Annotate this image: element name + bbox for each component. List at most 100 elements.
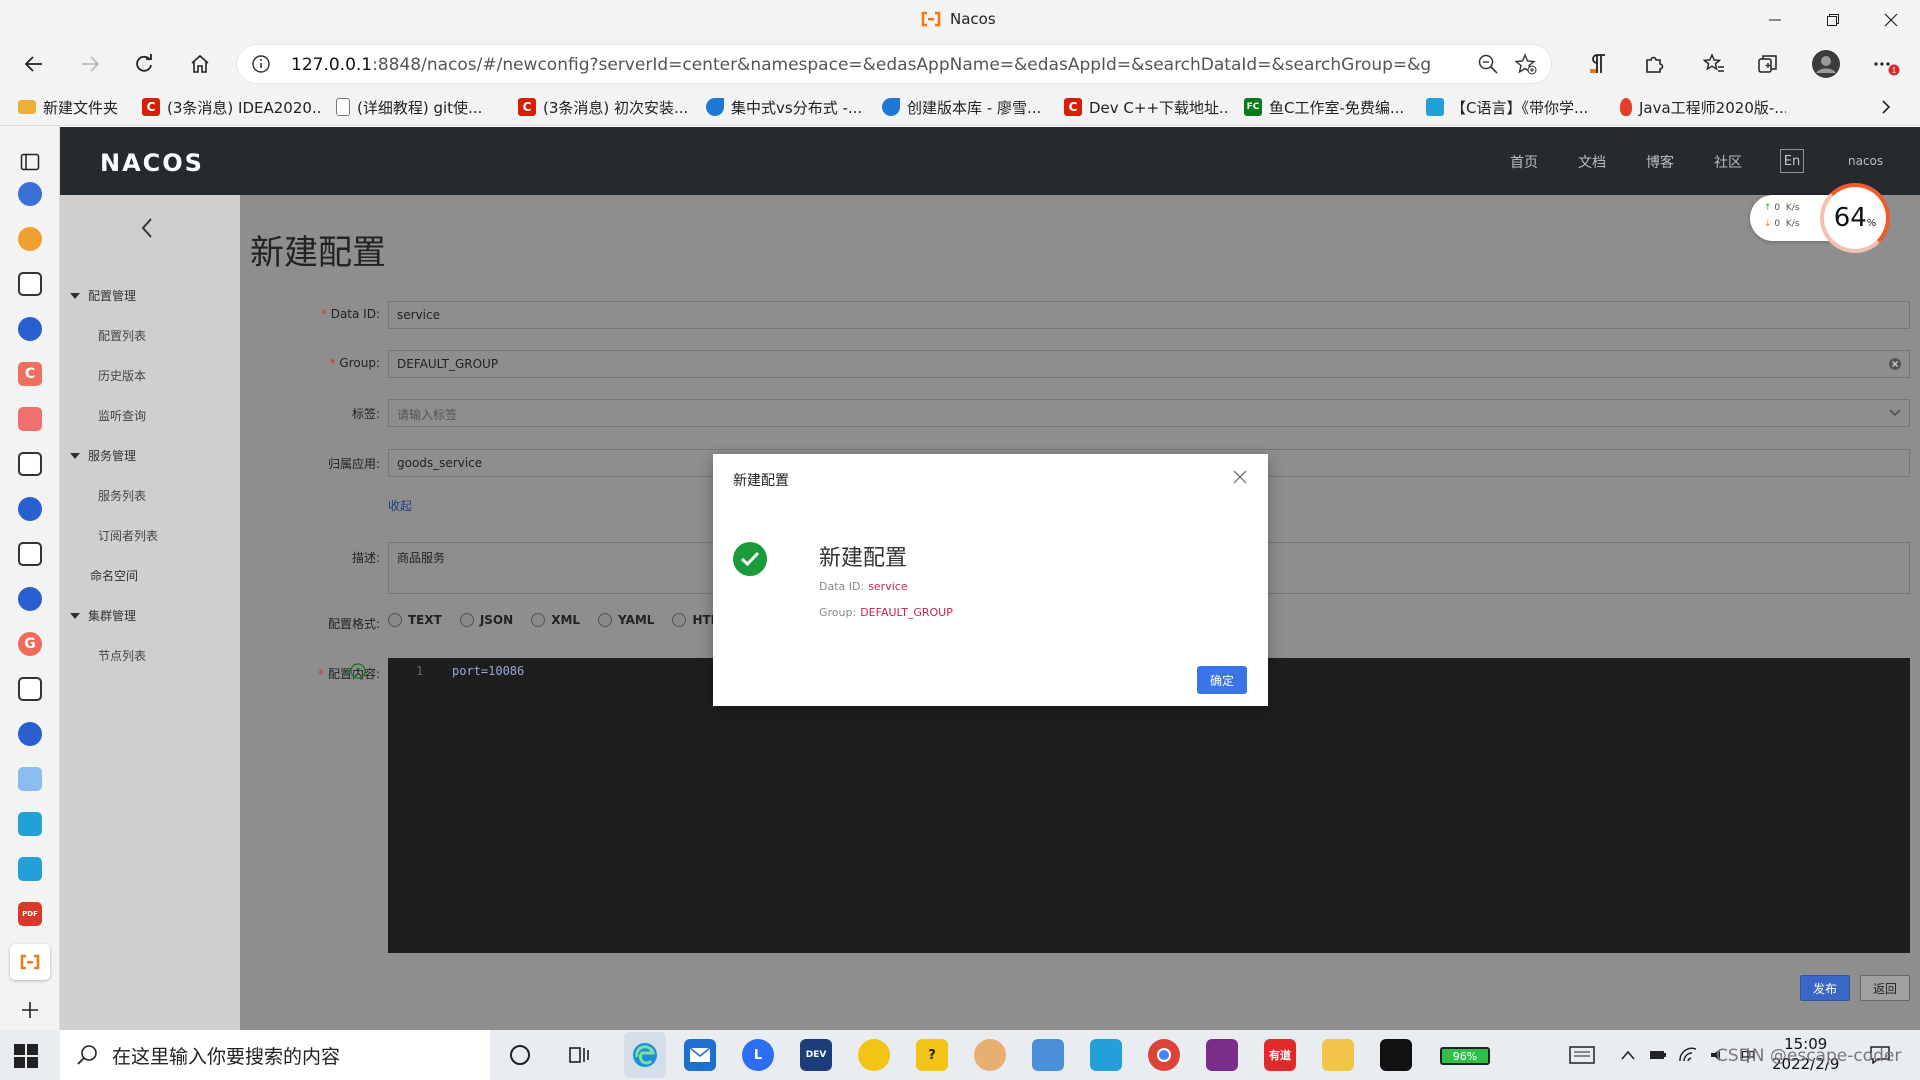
gitee-tab-icon[interactable]: G	[18, 632, 42, 656]
tags-select[interactable]: 请输入标签	[388, 399, 1910, 427]
net-speed-widget[interactable]: ↑ 0 K/s ↓ 0 K/s 64%	[1750, 183, 1890, 253]
data-id-input[interactable]: service	[388, 301, 1910, 329]
bookmark-item[interactable]: FC 鱼C工作室-免费编...	[1244, 94, 1420, 120]
code-line[interactable]: port=10086	[452, 664, 524, 678]
bookmarks-more-button[interactable]	[1880, 94, 1900, 120]
tray-power-icon[interactable]	[1642, 1039, 1674, 1071]
devcpp-icon[interactable]: DEV	[800, 1039, 832, 1071]
sidebar-item-service-list[interactable]: 服务列表	[98, 487, 146, 504]
baidu-tab-icon[interactable]	[18, 182, 42, 206]
collapse-link[interactable]: 收起	[388, 497, 412, 514]
add-favorite-icon[interactable]	[1515, 53, 1537, 75]
group-input[interactable]: DEFAULT_GROUP	[388, 350, 1910, 378]
lark-icon[interactable]: L	[742, 1039, 774, 1071]
taskbar-search[interactable]: 在这里输入你要搜索的内容	[60, 1030, 490, 1080]
format-radio-yaml[interactable]: YAML	[598, 613, 654, 627]
sidebar-item-history[interactable]: 历史版本	[98, 367, 146, 384]
wifi-icon[interactable]	[1672, 1039, 1704, 1071]
user-name[interactable]: nacos	[1848, 154, 1883, 168]
bilibili-tab-icon[interactable]	[18, 857, 42, 881]
bookmark-item[interactable]: (详细教程) git使...	[336, 94, 502, 120]
windows-start-icon[interactable]	[14, 1044, 38, 1068]
nacos-logo[interactable]: NACOS	[100, 149, 204, 177]
close-window-button[interactable]	[1864, 0, 1918, 40]
bilibili-app-icon[interactable]	[1090, 1039, 1122, 1071]
close-icon[interactable]	[1233, 470, 1247, 484]
address-url[interactable]: 127.0.0.1:8848/nacos/#/newconfig?serverI…	[291, 55, 1431, 75]
chrome-icon[interactable]	[1148, 1039, 1180, 1071]
collections-button[interactable]	[1750, 46, 1786, 82]
video-tab-icon[interactable]	[18, 407, 42, 431]
bookmark-item[interactable]: 【C语言】《带你学...	[1426, 94, 1600, 120]
reader-button[interactable]	[1580, 46, 1616, 82]
help-icon[interactable]: ?	[350, 663, 366, 679]
bookmark-item[interactable]: C Dev C++下载地址...	[1064, 94, 1230, 120]
baidu-tab-icon[interactable]	[18, 587, 42, 611]
baidu-tab-icon[interactable]	[18, 317, 42, 341]
back-button[interactable]	[16, 46, 52, 82]
notes-app-icon[interactable]	[1032, 1039, 1064, 1071]
edge-taskbar-icon[interactable]	[624, 1032, 666, 1078]
sidebar-item-config-list[interactable]: 配置列表	[98, 327, 146, 344]
home-button[interactable]	[182, 46, 218, 82]
page-tab-icon[interactable]	[18, 272, 42, 296]
sidebar-group-cluster[interactable]: 集群管理	[70, 607, 136, 624]
new-tab-icon[interactable]	[18, 998, 42, 1022]
extensions-button[interactable]	[1636, 46, 1672, 82]
minimize-button[interactable]	[1748, 0, 1802, 40]
format-radio-text[interactable]: TEXT	[388, 613, 442, 627]
refresh-button[interactable]	[126, 46, 162, 82]
forward-button[interactable]	[72, 46, 108, 82]
sidebar-item-listener[interactable]: 监听查询	[98, 407, 146, 424]
zoom-icon[interactable]	[1477, 53, 1499, 75]
page-tab-icon[interactable]	[18, 542, 42, 566]
notes-tab-icon[interactable]	[18, 767, 42, 791]
bilibili-tab-icon[interactable]	[18, 812, 42, 836]
sidebar-item-nodes[interactable]: 节点列表	[98, 647, 146, 664]
file-explorer-icon[interactable]	[1322, 1039, 1354, 1071]
clear-icon[interactable]	[1889, 358, 1901, 370]
csdn-tab-icon[interactable]: C	[18, 362, 42, 386]
cortana-icon[interactable]	[504, 1039, 536, 1071]
tray-chevron-up-icon[interactable]	[1612, 1039, 1644, 1071]
page-tab-icon[interactable]	[18, 452, 42, 476]
favorites-button[interactable]	[1696, 46, 1732, 82]
sidebar-group-config[interactable]: 配置管理	[70, 287, 136, 304]
nav-docs[interactable]: 文档	[1578, 152, 1606, 172]
baidu-tab-icon[interactable]	[18, 497, 42, 521]
sidebar-item-subscribers[interactable]: 订阅者列表	[98, 527, 158, 544]
youdao-icon[interactable]: 有道	[1264, 1039, 1296, 1071]
language-switch[interactable]: En	[1780, 149, 1804, 173]
restore-button[interactable]	[1806, 0, 1860, 40]
format-radio-json[interactable]: JSON	[459, 613, 513, 627]
more-menu-button[interactable]: 1	[1868, 46, 1904, 82]
format-radio-xml[interactable]: XML	[531, 613, 580, 627]
bookmark-item[interactable]: 新建文件夹	[18, 94, 128, 120]
terminal-icon[interactable]	[1380, 1039, 1412, 1071]
pdf-tab-icon[interactable]: PDF	[18, 902, 42, 926]
sidebar-item-namespace[interactable]: 命名空间	[90, 567, 138, 584]
nav-home[interactable]: 首页	[1510, 152, 1538, 172]
help-app-icon[interactable]: ?	[916, 1039, 948, 1071]
publish-button[interactable]: 发布	[1800, 975, 1850, 1001]
nav-blog[interactable]: 博客	[1646, 152, 1674, 172]
info-icon[interactable]	[251, 54, 271, 74]
winrar-icon[interactable]	[1206, 1039, 1238, 1071]
battery-indicator[interactable]: 96%	[1440, 1047, 1490, 1065]
bookmark-item[interactable]: Java工程师2020版-...	[1620, 94, 1786, 120]
bookmark-item[interactable]: 集中式vs分布式 -...	[706, 94, 866, 120]
chrome-like-tab-icon[interactable]	[18, 227, 42, 251]
bookmark-item[interactable]: 创建版本库 - 廖雪...	[882, 94, 1042, 120]
sidebar-collapse-icon[interactable]	[140, 217, 154, 239]
tab-actions-icon[interactable]	[18, 150, 42, 174]
back-to-list-button[interactable]: 返回	[1860, 975, 1910, 1001]
task-view-icon[interactable]	[563, 1039, 595, 1071]
address-bar[interactable]: 127.0.0.1:8848/nacos/#/newconfig?serverI…	[236, 44, 1552, 84]
page-tab-icon[interactable]	[18, 677, 42, 701]
confirm-button[interactable]: 确定	[1197, 666, 1247, 694]
sidebar-group-service[interactable]: 服务管理	[70, 447, 136, 464]
baidu-tab-icon[interactable]	[18, 722, 42, 746]
profile-button[interactable]	[1808, 46, 1844, 82]
nacos-tab-icon[interactable]	[10, 944, 50, 980]
action-center-icon[interactable]	[1566, 1039, 1598, 1071]
